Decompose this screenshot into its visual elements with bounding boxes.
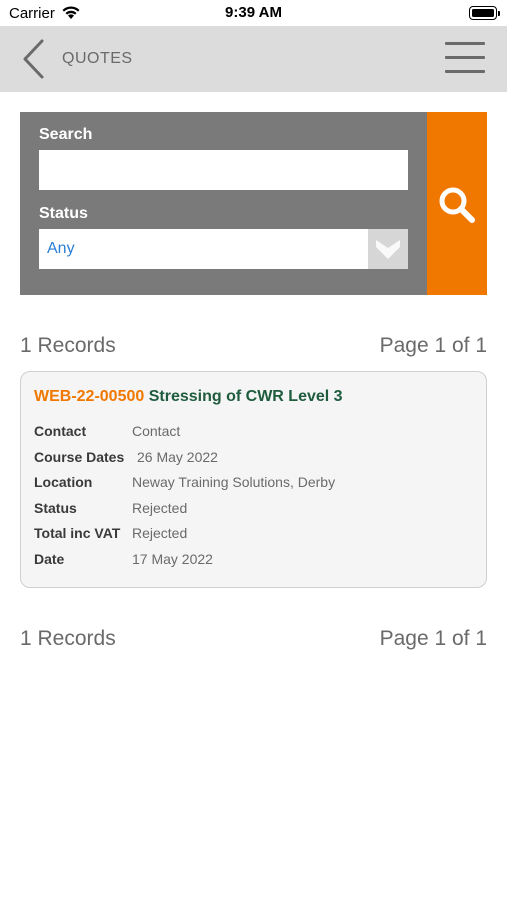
magnifier-icon bbox=[439, 187, 475, 223]
page-indicator: Page 1 of 1 bbox=[379, 334, 487, 357]
battery-icon bbox=[469, 6, 500, 20]
field-label: Location bbox=[34, 474, 93, 490]
back-button[interactable] bbox=[18, 38, 52, 80]
field-row-date: Date 17 May 2022 bbox=[34, 551, 213, 567]
page-title: QUOTES bbox=[62, 50, 133, 67]
search-input[interactable] bbox=[39, 150, 408, 190]
field-value: 26 May 2022 bbox=[137, 449, 218, 465]
menu-button[interactable] bbox=[445, 41, 487, 75]
field-value: 17 May 2022 bbox=[132, 551, 213, 567]
records-count: 1 Records bbox=[20, 334, 116, 357]
field-label: Contact bbox=[34, 423, 87, 439]
field-value: Contact bbox=[132, 423, 181, 439]
search-button[interactable] bbox=[427, 112, 487, 295]
field-row-contact: Contact Contact bbox=[34, 423, 180, 439]
field-row-location: Location Neway Training Solutions, Derby bbox=[34, 474, 335, 490]
status-select[interactable]: Any bbox=[39, 229, 408, 269]
field-label: Course Dates bbox=[34, 449, 125, 465]
course-name: Stressing of CWR Level 3 bbox=[148, 388, 343, 405]
status-label: Status bbox=[39, 205, 88, 222]
field-value: Rejected bbox=[132, 500, 188, 516]
quote-reference: WEB-22-00500 bbox=[34, 388, 145, 405]
field-row-total-inc-vat: Total inc VAT Rejected bbox=[34, 525, 187, 541]
search-label: Search bbox=[39, 126, 93, 143]
hamburger-menu-icon bbox=[445, 42, 485, 45]
quote-card[interactable]: WEB-22-00500 Stressing of CWR Level 3 Co… bbox=[20, 371, 487, 588]
quote-heading: WEB-22-00500 Stressing of CWR Level 3 bbox=[34, 388, 343, 406]
search-panel: Search Status Any bbox=[20, 112, 427, 295]
records-count-footer: 1 Records bbox=[20, 627, 116, 650]
dropdown-button[interactable] bbox=[368, 229, 408, 269]
clock-time: 9:39 AM bbox=[225, 4, 282, 21]
status-select-value: Any bbox=[47, 240, 75, 257]
chevron-left-icon bbox=[23, 39, 44, 79]
field-row-course-dates: Course Dates 26 May 2022 bbox=[34, 449, 218, 465]
field-label: Date bbox=[34, 551, 65, 567]
nav-bar: QUOTES bbox=[0, 26, 507, 92]
status-bar: Carrier 9:39 AM bbox=[0, 0, 507, 26]
field-row-status: Status Rejected bbox=[34, 500, 187, 516]
field-label: Total inc VAT bbox=[34, 525, 121, 541]
field-value: Rejected bbox=[132, 525, 188, 541]
page-indicator-footer: Page 1 of 1 bbox=[379, 627, 487, 650]
field-value: Neway Training Solutions, Derby bbox=[132, 474, 336, 490]
chevron-down-icon bbox=[376, 240, 400, 259]
field-label: Status bbox=[34, 500, 77, 516]
